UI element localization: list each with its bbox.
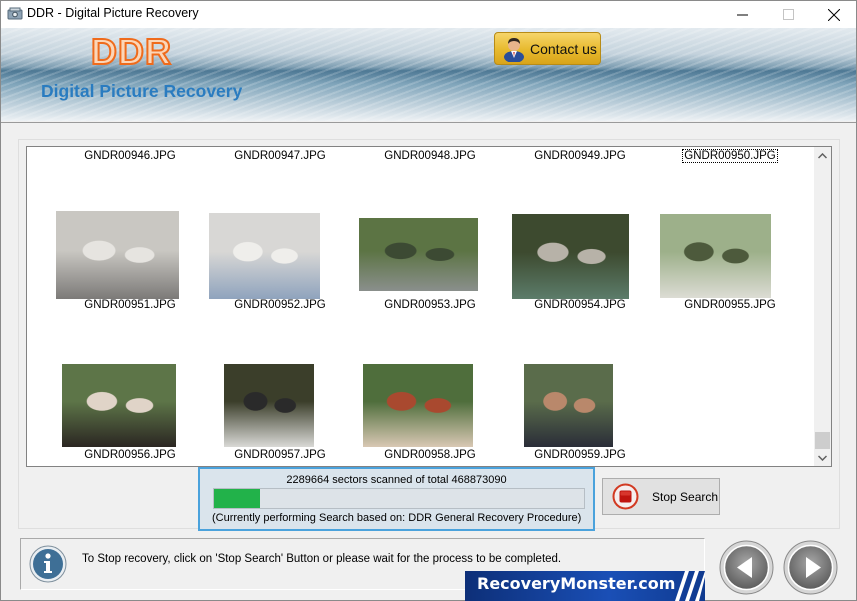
thumbnail-filename[interactable]: GNDR00958.JPG bbox=[355, 449, 505, 461]
app-icon bbox=[7, 7, 23, 20]
scroll-thumb[interactable] bbox=[815, 432, 830, 449]
progress-panel: 2289664 sectors scanned of total 4688730… bbox=[198, 467, 595, 531]
thumbnail-filename[interactable]: GNDR00950.JPG bbox=[655, 149, 805, 163]
filename-text: GNDR00958.JPG bbox=[384, 449, 476, 461]
product-title: Digital Picture Recovery bbox=[41, 81, 243, 101]
filename-text: GNDR00950.JPG bbox=[682, 149, 778, 163]
progress-bar-fill bbox=[214, 489, 260, 508]
filename-text: GNDR00946.JPG bbox=[84, 150, 176, 162]
maximize-button[interactable] bbox=[765, 1, 811, 28]
thumbnail-image[interactable] bbox=[363, 364, 473, 447]
thumbnail-filename[interactable]: GNDR00948.JPG bbox=[355, 150, 505, 162]
filename-text: GNDR00953.JPG bbox=[384, 299, 476, 311]
filename-text: GNDR00954.JPG bbox=[534, 299, 626, 311]
minimize-icon bbox=[736, 14, 748, 16]
filename-text: GNDR00959.JPG bbox=[534, 449, 626, 461]
close-button[interactable] bbox=[811, 1, 857, 28]
thumbnail-image[interactable] bbox=[224, 364, 314, 447]
vertical-scrollbar[interactable] bbox=[814, 147, 831, 466]
thumbnail-filename[interactable]: GNDR00946.JPG bbox=[55, 150, 205, 162]
progress-bar bbox=[213, 488, 585, 509]
brand-stripes bbox=[675, 571, 705, 601]
scroll-up-button[interactable] bbox=[814, 147, 831, 164]
header-banner: DDR Digital Picture Recovery Contact us bbox=[1, 28, 856, 121]
thumbnail-filename[interactable]: GNDR00956.JPG bbox=[55, 449, 205, 461]
chevron-down-icon bbox=[818, 454, 827, 461]
thumbnail-filename[interactable]: GNDR00951.JPG bbox=[55, 299, 205, 311]
next-arrow-icon bbox=[783, 540, 838, 595]
thumbnail-filename[interactable]: GNDR00947.JPG bbox=[205, 150, 355, 162]
filename-text: GNDR00956.JPG bbox=[84, 449, 176, 461]
filename-text: GNDR00952.JPG bbox=[234, 299, 326, 311]
filename-text: GNDR00955.JPG bbox=[684, 299, 776, 311]
thumbnail-image[interactable] bbox=[660, 214, 771, 298]
thumbnail-list[interactable]: GNDR00946.JPG GNDR00947.JPG GNDR00948.JPG G… bbox=[26, 146, 832, 467]
maximize-icon bbox=[782, 9, 794, 20]
next-button[interactable] bbox=[783, 540, 838, 595]
thumbnail-image[interactable] bbox=[359, 218, 478, 291]
scroll-down-button[interactable] bbox=[814, 449, 831, 466]
thumbnail-image[interactable] bbox=[62, 364, 176, 447]
filename-text: GNDR00948.JPG bbox=[384, 150, 476, 162]
thumbnail-filename[interactable]: GNDR00955.JPG bbox=[655, 299, 805, 311]
filename-text: GNDR00957.JPG bbox=[234, 449, 326, 461]
thumbnail-filename[interactable]: GNDR00954.JPG bbox=[505, 299, 655, 311]
minimize-button[interactable] bbox=[719, 1, 765, 28]
stop-search-button[interactable]: Stop Search bbox=[602, 478, 720, 515]
app-window: DDR - Digital Picture Recovery DDR Digit… bbox=[0, 0, 857, 601]
thumbnail-filename[interactable]: GNDR00959.JPG bbox=[505, 449, 655, 461]
brand-text: RecoveryMonster.com bbox=[477, 574, 676, 593]
filename-text: GNDR00947.JPG bbox=[234, 150, 326, 162]
thumbnail-filename[interactable]: GNDR00949.JPG bbox=[505, 150, 655, 162]
stop-search-label: Stop Search bbox=[652, 489, 719, 504]
recoverymonster-banner[interactable]: RecoveryMonster.com bbox=[465, 571, 705, 601]
contact-us-label: Contact us bbox=[530, 40, 597, 57]
sectors-scanned-text: 2289664 sectors scanned of total 4688730… bbox=[286, 474, 507, 486]
thumbnail-image[interactable] bbox=[512, 214, 629, 299]
thumbnail-image[interactable] bbox=[56, 211, 179, 299]
info-message: To Stop recovery, click on 'Stop Search'… bbox=[82, 553, 562, 565]
ddr-logo: DDR bbox=[90, 30, 172, 73]
thumbnail-filename[interactable]: GNDR00957.JPG bbox=[205, 449, 355, 461]
title-bar: DDR - Digital Picture Recovery bbox=[1, 1, 856, 28]
window-title: DDR - Digital Picture Recovery bbox=[27, 6, 199, 20]
close-icon bbox=[828, 8, 840, 21]
filename-text: GNDR00951.JPG bbox=[84, 299, 176, 311]
stop-icon bbox=[612, 483, 639, 510]
person-icon bbox=[504, 37, 524, 62]
chevron-up-icon bbox=[818, 152, 827, 159]
back-button[interactable] bbox=[719, 540, 774, 595]
procedure-text: (Currently performing Search based on: D… bbox=[212, 512, 582, 524]
thumbnail-image[interactable] bbox=[524, 364, 613, 447]
back-arrow-icon bbox=[719, 540, 774, 595]
thumbnail-filename[interactable]: GNDR00953.JPG bbox=[355, 299, 505, 311]
thumbnail-image[interactable] bbox=[209, 213, 320, 299]
filename-text: GNDR00949.JPG bbox=[534, 150, 626, 162]
header-divider bbox=[1, 122, 856, 123]
info-icon bbox=[29, 545, 67, 583]
contact-us-button[interactable]: Contact us bbox=[494, 32, 601, 65]
thumbnail-filename[interactable]: GNDR00952.JPG bbox=[205, 299, 355, 311]
